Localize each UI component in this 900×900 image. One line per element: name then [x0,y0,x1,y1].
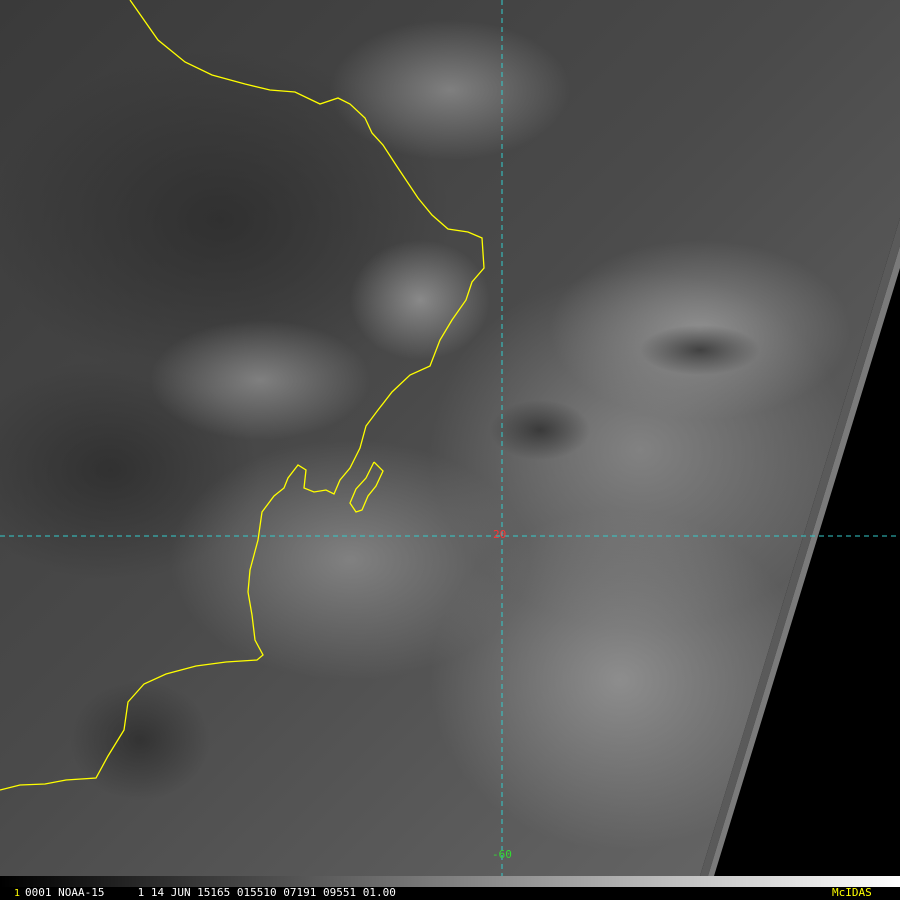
image-info-text: 0001 NOAA-15 1 14 JUN 15165 015510 07191… [25,886,396,899]
satellite-image-frame: 20 -60 1 0001 NOAA-15 1 14 JUN 15165 015… [0,0,900,900]
frame-number: 1 [14,888,21,899]
mcidas-logo: McIDAS [832,886,872,899]
latitude-label: 20 [493,528,507,541]
longitude-label: -60 [492,848,512,861]
satellite-imagery [0,0,900,876]
image-swath [0,0,900,876]
